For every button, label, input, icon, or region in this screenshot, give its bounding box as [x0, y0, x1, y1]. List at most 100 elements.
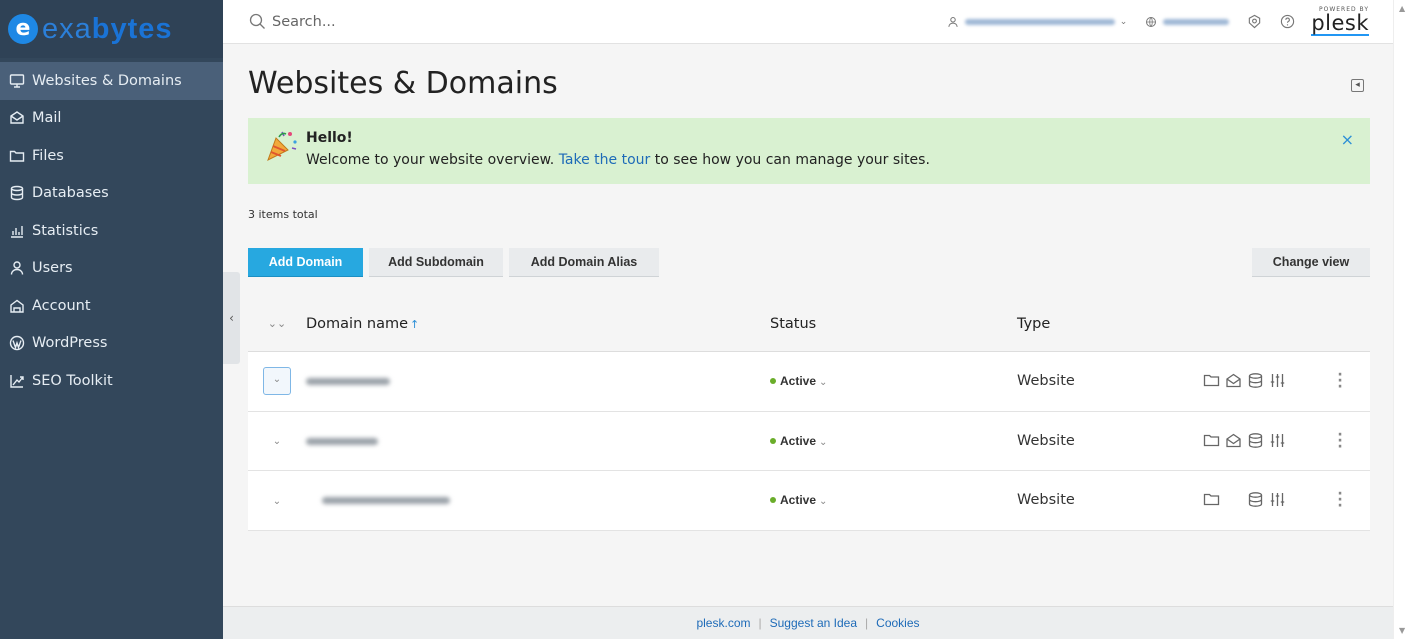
status-badge[interactable]: Active ⌄: [770, 374, 827, 388]
header-actions: ⌄ POWERED BY plesk: [929, 7, 1401, 36]
row-actions: [1203, 432, 1313, 452]
wordpress-icon: [8, 335, 26, 351]
column-domain-name[interactable]: Domain name ↑: [306, 316, 770, 332]
column-label: Domain name: [306, 315, 408, 332]
row-expand-toggle[interactable]: ⌄: [248, 367, 306, 396]
domain-name-blurred: [306, 378, 390, 386]
sidebar-item-account[interactable]: Account: [0, 287, 223, 325]
add-domain-alias-button[interactable]: Add Domain Alias: [509, 248, 659, 277]
sort-arrow-icon: ↑: [410, 317, 420, 331]
chevron-down-icon: ⌄: [819, 377, 828, 389]
status-label: Active: [780, 493, 817, 508]
main-content: Websites & Domains ◂ Hello! Welcome to y…: [248, 44, 1370, 531]
sidebar-item-statistics[interactable]: Statistics: [0, 212, 223, 250]
domain-name-blurred: [306, 437, 378, 445]
sidebar-item-mail[interactable]: Mail: [0, 100, 223, 138]
more-options-icon[interactable]: · · ·: [1336, 428, 1344, 454]
sidebar-collapse-handle[interactable]: ‹: [223, 272, 240, 364]
plesk-logo[interactable]: POWERED BY plesk: [1311, 7, 1369, 36]
table-row: ⌄ Active ⌄ Website · · ·: [248, 471, 1370, 531]
add-subdomain-button[interactable]: Add Subdomain: [369, 248, 503, 277]
logo-text-a: exa: [42, 12, 92, 45]
folder-icon[interactable]: [1203, 432, 1221, 450]
sidebar-item-databases[interactable]: Databases: [0, 175, 223, 213]
row-actions: [1203, 491, 1313, 511]
take-the-tour-link[interactable]: Take the tour: [559, 152, 651, 168]
more-options-icon[interactable]: · · ·: [1336, 487, 1344, 513]
settings-sliders-icon[interactable]: [1269, 372, 1287, 390]
domain-name-cell[interactable]: [306, 433, 770, 449]
status-badge[interactable]: Active ⌄: [770, 434, 827, 448]
chevron-down-icon: ⌄: [272, 495, 282, 507]
sidebar-item-users[interactable]: Users: [0, 250, 223, 288]
sidebar-item-label: WordPress: [32, 335, 108, 352]
user-icon: [948, 16, 958, 27]
account-menu[interactable]: ⌄: [947, 16, 1128, 28]
chevron-down-icon: ⌄: [1119, 16, 1128, 27]
scroll-down-icon[interactable]: ▼: [1399, 626, 1405, 635]
status-cell[interactable]: Active ⌄: [770, 492, 1017, 508]
extensions-button[interactable]: [1247, 14, 1262, 29]
sidebar-item-label: Users: [32, 260, 73, 277]
logo-text-b: bytes: [91, 12, 173, 45]
domain-name-blurred: [322, 497, 450, 505]
type-cell: Website: [1017, 432, 1075, 449]
footer-link-cookies[interactable]: Cookies: [868, 616, 927, 630]
welcome-banner: Hello! Welcome to your website overview.…: [248, 118, 1370, 184]
help-button[interactable]: [1280, 14, 1295, 29]
status-badge[interactable]: Active ⌄: [770, 493, 827, 507]
column-type[interactable]: Type: [1017, 316, 1197, 332]
footer-link-suggest-idea[interactable]: Suggest an Idea: [762, 616, 865, 630]
subscription-name-blurred: [1163, 18, 1230, 25]
folder-icon: [8, 148, 26, 164]
mail-icon[interactable]: [1225, 432, 1243, 450]
help-icon: [1281, 14, 1295, 29]
table-row: ⌄ Active ⌄ Website · · ·: [248, 352, 1370, 412]
sidebar-item-label: Account: [32, 297, 91, 314]
row-expand-toggle[interactable]: ⌄: [248, 494, 306, 507]
toolbar: Add Domain Add Subdomain Add Domain Alia…: [248, 248, 1370, 277]
database-icon[interactable]: [1247, 432, 1265, 450]
exabytes-logo[interactable]: e exabytes: [0, 0, 223, 58]
folder-icon[interactable]: [1203, 372, 1221, 390]
folder-icon[interactable]: [1203, 491, 1221, 509]
sidebar-item-seo-toolkit[interactable]: SEO Toolkit: [0, 362, 223, 400]
more-options-icon[interactable]: · · ·: [1336, 368, 1344, 394]
seo-chart-icon: [8, 373, 26, 389]
change-view-button[interactable]: Change view: [1252, 248, 1370, 277]
chevron-down-icon: ⌄: [819, 496, 828, 508]
status-label: Active: [780, 374, 817, 389]
add-domain-button[interactable]: Add Domain: [248, 248, 363, 277]
sidebar: e exabytes Websites & Domains Mail Files…: [0, 0, 223, 639]
domain-name-cell[interactable]: [306, 373, 770, 389]
database-icon[interactable]: [1247, 372, 1265, 390]
row-expand-toggle[interactable]: ⌄: [248, 434, 306, 447]
side-panel-toggle-icon[interactable]: ◂: [1351, 79, 1364, 92]
subscription-menu[interactable]: [1145, 16, 1230, 28]
account-icon: [8, 298, 26, 314]
domain-name-cell[interactable]: [306, 492, 770, 508]
sidebar-item-websites-domains[interactable]: Websites & Domains: [0, 62, 223, 100]
settings-sliders-icon[interactable]: [1269, 432, 1287, 450]
mail-icon[interactable]: [1225, 372, 1243, 390]
scroll-up-icon[interactable]: ▲: [1399, 4, 1405, 13]
expand-all-icon[interactable]: ⌄⌄: [248, 317, 306, 330]
vertical-scrollbar[interactable]: ▲ ▼: [1393, 0, 1411, 639]
close-icon[interactable]: ×: [1341, 130, 1354, 149]
badge-icon: [1249, 14, 1261, 29]
search-input[interactable]: Search...: [223, 13, 883, 30]
account-name-blurred: [964, 18, 1115, 25]
plesk-wordmark: plesk: [1311, 11, 1369, 36]
settings-sliders-icon[interactable]: [1269, 491, 1287, 509]
status-cell[interactable]: Active ⌄: [770, 433, 1017, 449]
column-status[interactable]: Status: [770, 316, 1017, 332]
globe-icon: [1146, 16, 1157, 27]
status-cell[interactable]: Active ⌄: [770, 373, 1017, 389]
chevron-down-icon: ⌄: [263, 367, 291, 396]
sidebar-nav: Websites & Domains Mail Files Databases …: [0, 62, 223, 400]
footer-link-plesk[interactable]: plesk.com: [688, 616, 758, 630]
sidebar-item-files[interactable]: Files: [0, 137, 223, 175]
sidebar-item-wordpress[interactable]: WordPress: [0, 325, 223, 363]
database-icon[interactable]: [1247, 491, 1265, 509]
status-dot: [770, 437, 776, 444]
